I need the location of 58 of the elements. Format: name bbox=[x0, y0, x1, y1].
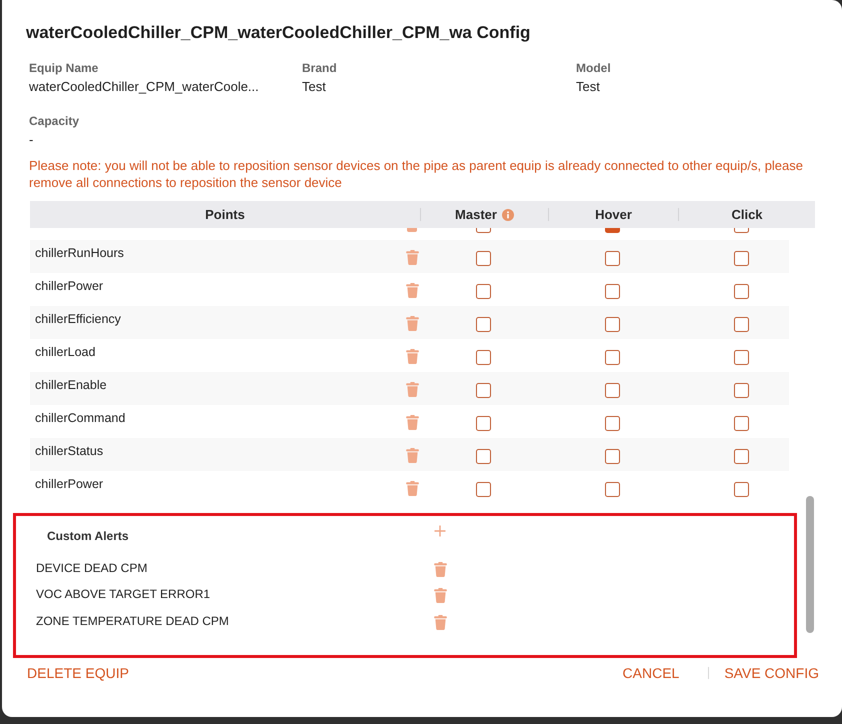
dialog-title: waterCooledChiller_CPM_waterCooledChiller_CPM_wa Config bbox=[26, 22, 532, 44]
point-name: chillerLoad bbox=[34, 345, 96, 361]
checkbox[interactable] bbox=[604, 383, 620, 398]
checkbox[interactable] bbox=[604, 449, 620, 464]
checkbox[interactable] bbox=[734, 228, 748, 233]
detail-label: Capacity bbox=[29, 113, 80, 129]
scrollbar-thumb[interactable] bbox=[806, 496, 814, 633]
checkbox[interactable] bbox=[734, 251, 748, 266]
checkbox[interactable] bbox=[604, 416, 620, 431]
footer-button[interactable]: SAVE CONFIG bbox=[724, 664, 819, 682]
detail-label: Equip Name bbox=[29, 60, 100, 76]
alert-name: VOC ABOVE TARGET ERROR1 bbox=[36, 587, 212, 602]
point-name: chillerEnable bbox=[34, 378, 108, 394]
info-icon[interactable] bbox=[502, 208, 514, 220]
checkbox[interactable] bbox=[734, 383, 748, 398]
point-name: chillerPower bbox=[34, 477, 104, 493]
column-header: Hover bbox=[595, 208, 632, 221]
point-name: chillerEfficiency bbox=[34, 312, 122, 328]
section-title: Custom Alerts bbox=[46, 528, 130, 545]
checkbox[interactable] bbox=[734, 449, 748, 464]
detail-value: Test bbox=[302, 78, 327, 96]
column-header: Master bbox=[455, 208, 497, 221]
point-name: chillerStatus bbox=[34, 444, 104, 460]
alert-name: DEVICE DEAD CPM bbox=[36, 560, 148, 576]
point-name: chillerPower bbox=[34, 279, 104, 295]
checkbox[interactable] bbox=[476, 449, 490, 464]
column-header: Click bbox=[731, 208, 763, 221]
checkbox[interactable] bbox=[476, 228, 490, 233]
detail-label: Brand bbox=[302, 60, 338, 76]
checkbox[interactable] bbox=[476, 383, 490, 398]
detail-value: - bbox=[29, 131, 34, 149]
checkbox[interactable] bbox=[476, 482, 490, 497]
checkbox[interactable] bbox=[604, 350, 620, 365]
warning-note: Please note: you will not be able to reposition sensor devices on the pipe as parent equip is already connected to other equip/s, please remove all connections to reposition the sensor device bbox=[29, 157, 804, 191]
checkbox[interactable] bbox=[476, 416, 490, 431]
checkbox[interactable] bbox=[476, 284, 490, 299]
checkbox[interactable] bbox=[604, 251, 620, 266]
point-name: chillerCommand bbox=[34, 411, 126, 427]
checkbox[interactable] bbox=[734, 284, 748, 299]
checkbox[interactable] bbox=[476, 350, 490, 365]
checkbox[interactable] bbox=[604, 482, 620, 497]
checkbox[interactable] bbox=[734, 482, 748, 497]
footer-button[interactable]: CANCEL bbox=[622, 664, 680, 682]
checkbox[interactable] bbox=[604, 284, 620, 299]
checkbox[interactable] bbox=[734, 317, 748, 332]
column-header: Points bbox=[205, 208, 245, 221]
checkbox[interactable] bbox=[734, 350, 748, 365]
checkbox[interactable] bbox=[604, 228, 620, 233]
alert-name: ZONE TEMPERATURE DEAD CPM bbox=[36, 614, 230, 629]
detail-value: Test bbox=[576, 78, 601, 96]
checkbox[interactable] bbox=[734, 416, 748, 431]
checkbox[interactable] bbox=[476, 251, 490, 266]
checkbox[interactable] bbox=[476, 317, 490, 332]
point-name: chillerRunHours bbox=[34, 246, 125, 262]
delete-equip-button[interactable]: DELETE EQUIP bbox=[27, 664, 129, 682]
checkbox[interactable] bbox=[604, 317, 620, 332]
detail-value: waterCooledChiller_CPM_waterCoole... bbox=[29, 78, 260, 96]
detail-label: Model bbox=[576, 60, 612, 76]
